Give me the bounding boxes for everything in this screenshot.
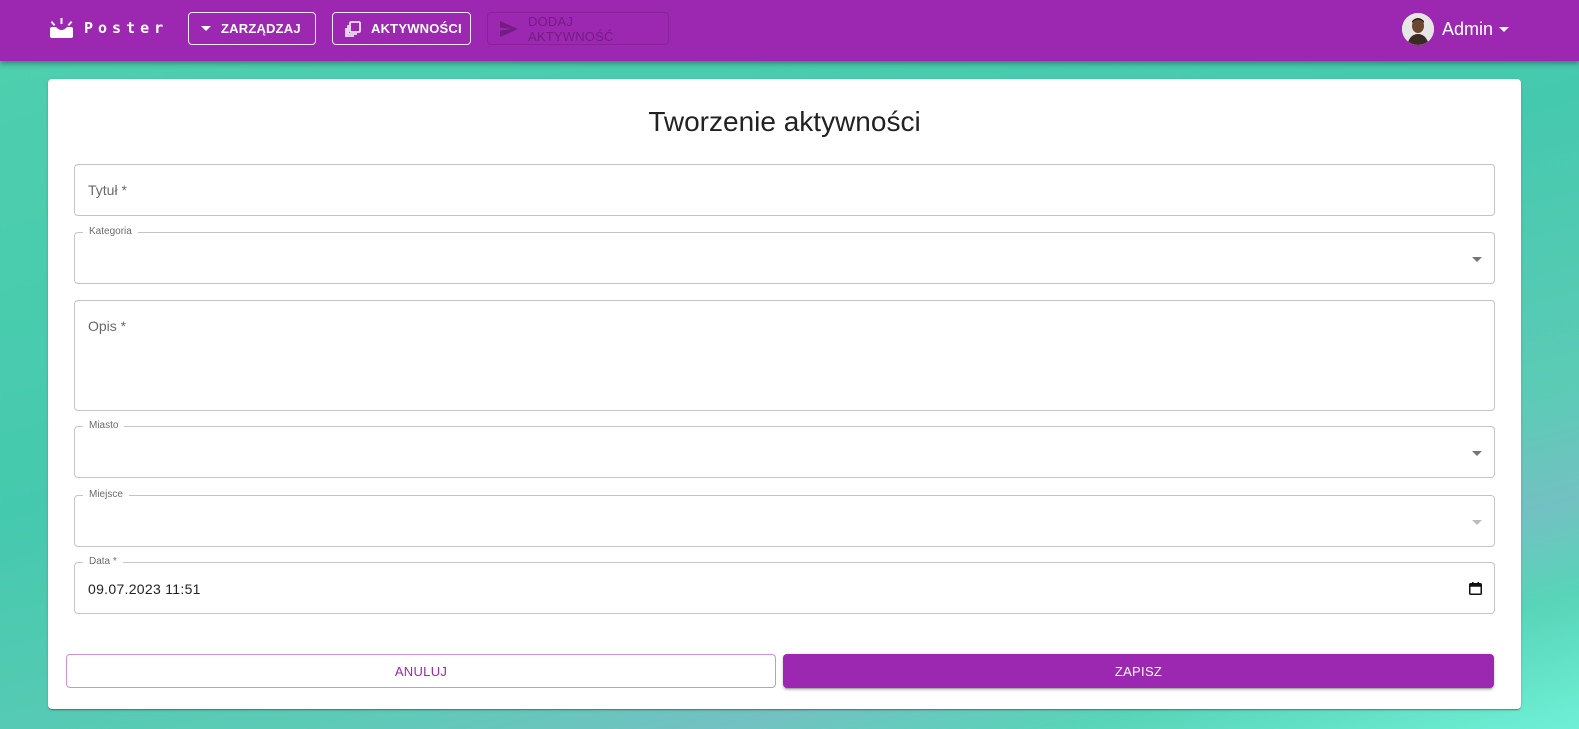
description-field-placeholder: Opis * xyxy=(88,318,127,334)
page-title: Tworzenie aktywności xyxy=(648,106,921,137)
date-field-value: 09.07.2023 11:51 xyxy=(88,581,201,597)
manage-button-label: ZARZĄDZAJ xyxy=(221,21,301,36)
place-select[interactable]: Miejsce xyxy=(74,489,1495,547)
chevron-down-icon xyxy=(1472,451,1482,456)
caret-down-icon xyxy=(1499,26,1510,32)
add-activity-button[interactable]: DODAJ AKTYWNOŚĆ xyxy=(487,12,669,45)
city-select-label: Miasto xyxy=(83,420,125,432)
description-field[interactable]: Opis * xyxy=(74,300,1495,411)
user-menu[interactable]: Admin xyxy=(1402,13,1510,45)
title-field-placeholder: Tytuł * xyxy=(88,182,127,198)
chevron-down-icon xyxy=(1472,520,1482,525)
app-bar: Poster ZARZĄDZAJ AKTYWNOŚCI DODAJ AKTYWN… xyxy=(0,0,1579,61)
caret-down-icon xyxy=(201,25,211,32)
date-field-label: Data * xyxy=(83,556,123,568)
cancel-button-label: ANULUJ xyxy=(394,663,448,679)
avatar xyxy=(1402,13,1434,45)
add-activity-button-label: DODAJ AKTYWNOŚĆ xyxy=(528,13,614,44)
category-select-label: Kategoria xyxy=(83,226,138,238)
city-select[interactable]: Miasto xyxy=(74,420,1495,478)
manage-button[interactable]: ZARZĄDZAJ xyxy=(188,12,316,45)
place-select-label: Miejsce xyxy=(83,489,129,501)
app-name: Poster xyxy=(84,19,169,37)
save-button-label: ZAPISZ xyxy=(1114,663,1163,679)
title-field[interactable]: Tytuł * xyxy=(74,164,1495,216)
library-stack-icon xyxy=(345,20,361,37)
cancel-button[interactable]: ANULUJ xyxy=(66,654,776,688)
user-name: Admin xyxy=(1442,18,1494,39)
category-select[interactable]: Kategoria xyxy=(74,226,1495,284)
activities-button[interactable]: AKTYWNOŚCI xyxy=(332,12,471,45)
date-field[interactable]: Data * 09.07.2023 11:51 xyxy=(74,556,1495,614)
calendar-icon[interactable] xyxy=(1469,582,1482,600)
chevron-down-icon xyxy=(1472,257,1482,262)
save-button[interactable]: ZAPISZ xyxy=(783,654,1494,688)
activities-button-label: AKTYWNOŚCI xyxy=(371,21,462,36)
create-activity-card: Tworzenie aktywności Tytuł * Kategoria O… xyxy=(48,79,1521,709)
app-logo[interactable]: Poster xyxy=(49,16,168,40)
send-icon xyxy=(500,20,518,37)
logo-icon xyxy=(50,18,73,38)
